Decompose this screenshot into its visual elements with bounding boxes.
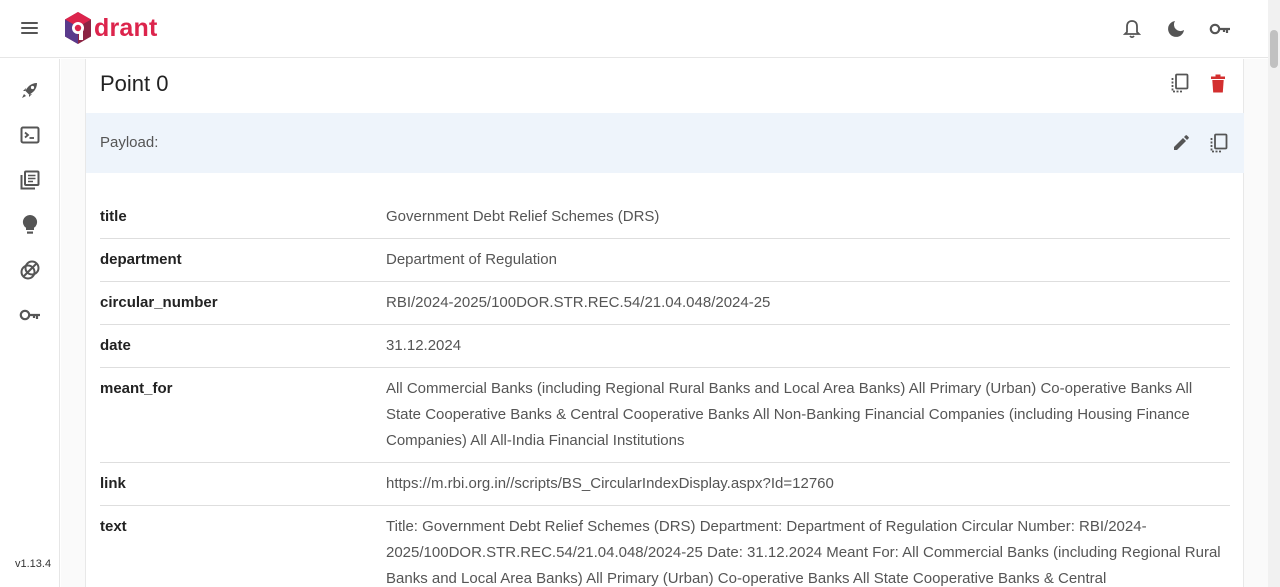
- payload-row: meant_for All Commercial Banks (includin…: [100, 367, 1230, 463]
- payload-row: circular_number RBI/2024-2025/100DOR.STR…: [100, 281, 1230, 325]
- sidebar: v1.13.4: [0, 59, 60, 587]
- key-icon[interactable]: [1208, 17, 1232, 41]
- payload-value: Title: Government Debt Relief Schemes (D…: [386, 518, 1221, 587]
- main-content: Point 0 Payload: title Government Debt R…: [61, 59, 1268, 587]
- edit-payload-icon[interactable]: [1170, 132, 1192, 154]
- menu-icon[interactable]: [18, 17, 42, 41]
- payload-row: link https://m.rbi.org.in//scripts/BS_Ci…: [100, 462, 1230, 506]
- logo-text: drant: [94, 13, 158, 42]
- payload-key: title: [100, 196, 386, 239]
- payload-row: title Government Debt Relief Schemes (DR…: [100, 196, 1230, 239]
- bell-icon[interactable]: [1120, 17, 1144, 41]
- payload-key: circular_number: [100, 281, 386, 325]
- payload-value: All Commercial Banks (including Regional…: [386, 367, 1230, 463]
- version-label: v1.13.4: [15, 558, 52, 570]
- point-card-header: Point 0: [86, 59, 1243, 113]
- qdrant-logo[interactable]: drant: [63, 11, 158, 45]
- datasets-icon[interactable]: [18, 258, 42, 282]
- collections-icon[interactable]: [18, 168, 42, 192]
- payload-label: Payload:: [100, 134, 159, 151]
- payload-value: Department of Regulation: [386, 238, 1230, 282]
- payload-row: date 31.12.2024: [100, 324, 1230, 368]
- payload-row: department Department of Regulation: [100, 238, 1230, 282]
- console-icon[interactable]: [18, 123, 42, 147]
- payload-table: title Government Debt Relief Schemes (DR…: [100, 196, 1230, 587]
- payload-header: Payload:: [86, 113, 1244, 173]
- lightbulb-icon[interactable]: [18, 213, 42, 237]
- scrollbar-thumb[interactable]: [1270, 30, 1278, 68]
- payload-value: 31.12.2024: [386, 324, 1230, 368]
- rocket-icon[interactable]: [18, 78, 42, 102]
- moon-icon[interactable]: [1164, 17, 1188, 41]
- payload-key: link: [100, 462, 386, 506]
- page-scrollbar[interactable]: [1268, 0, 1280, 587]
- copy-point-icon[interactable]: [1169, 72, 1191, 94]
- payload-value: RBI/2024-2025/100DOR.STR.REC.54/21.04.04…: [386, 281, 1230, 325]
- delete-icon[interactable]: [1207, 72, 1229, 94]
- qdrant-logo-mark: [65, 12, 91, 44]
- point-title: Point 0: [100, 71, 169, 96]
- api-keys-icon[interactable]: [18, 303, 42, 327]
- point-card: Point 0 Payload: title Government Debt R…: [85, 59, 1244, 587]
- payload-key: department: [100, 238, 386, 282]
- top-app-bar: drant: [0, 0, 1268, 58]
- payload-key: date: [100, 324, 386, 368]
- copy-payload-icon[interactable]: [1208, 132, 1230, 154]
- payload-value: Government Debt Relief Schemes (DRS): [386, 196, 1230, 239]
- payload-value: https://m.rbi.org.in//scripts/BS_Circula…: [386, 462, 1230, 506]
- payload-key: text: [100, 518, 127, 535]
- payload-row: text Title: Government Debt Relief Schem…: [100, 506, 1230, 587]
- payload-key: meant_for: [100, 367, 386, 463]
